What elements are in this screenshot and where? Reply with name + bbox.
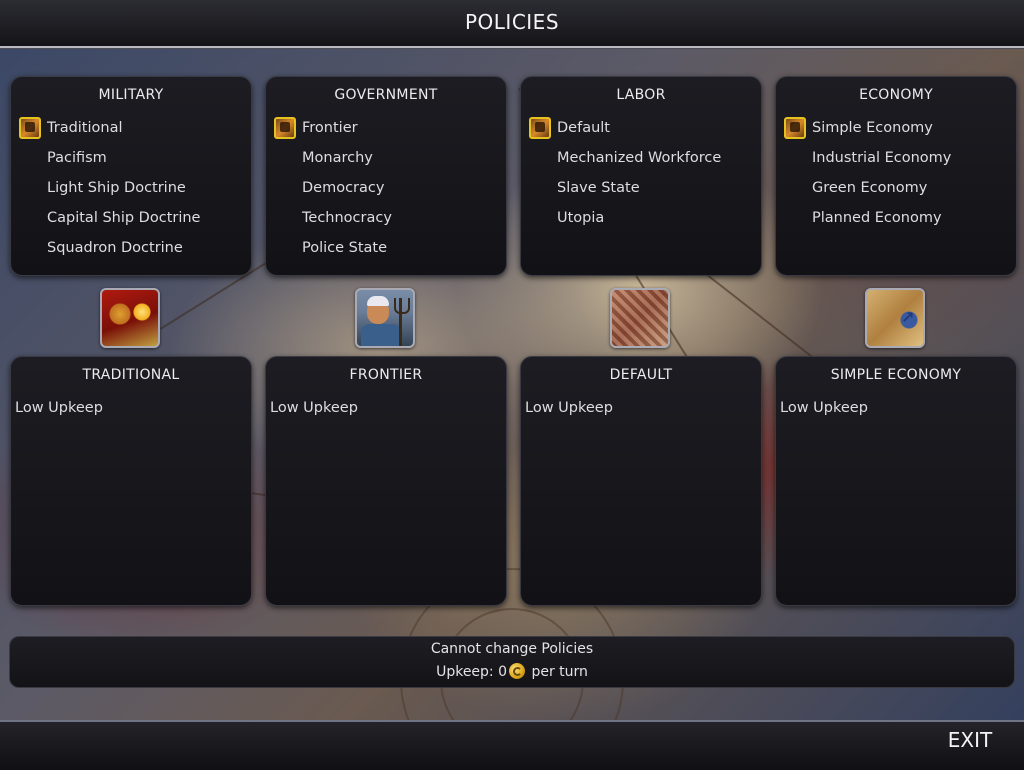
economy-title: ECONOMY [859,87,933,103]
economy-panel: ECONOMY Simple Economy Industrial Econom… [775,76,1017,276]
option-label: Light Ship Doctrine [47,180,186,196]
detail-text: Low Upkeep [15,400,103,416]
option-light-ship-doctrine[interactable]: Light Ship Doctrine [17,175,245,201]
option-slave-state[interactable]: Slave State [527,175,755,201]
military-title: MILITARY [98,87,164,103]
detail-text: Low Upkeep [525,400,613,416]
bricks-icon [610,288,670,348]
option-green-economy[interactable]: Green Economy [782,175,1010,201]
upkeep-suffix: per turn [531,664,588,680]
option-label: Green Economy [812,180,928,196]
option-label: Monarchy [302,150,373,166]
option-label: Pacifism [47,150,107,166]
status-panel: Cannot change Policies Upkeep: 0 per tur… [9,636,1015,688]
detail-text: Low Upkeep [270,400,358,416]
detail-title: TRADITIONAL [82,367,180,383]
option-traditional[interactable]: Traditional [17,115,245,141]
selected-policy-icon [529,117,551,139]
option-monarchy[interactable]: Monarchy [272,145,500,171]
option-label: Simple Economy [812,120,933,136]
credit-coin-icon [509,663,526,679]
labor-panel: LABOR Default Mechanized Workforce Slave… [520,76,762,276]
option-label: Planned Economy [812,210,942,226]
detail-title: DEFAULT [609,367,673,383]
status-message: Cannot change Policies [430,641,594,657]
labor-detail-panel: DEFAULT Low Upkeep [520,356,762,606]
option-default[interactable]: Default [527,115,755,141]
government-panel: GOVERNMENT Frontier Monarchy Democracy T… [265,76,507,276]
selected-policy-icon [274,117,296,139]
detail-text: Low Upkeep [780,400,868,416]
detail-title: FRONTIER [349,367,423,383]
option-label: Police State [302,240,388,256]
option-label: Frontier [302,120,358,136]
government-detail-panel: FRONTIER Low Upkeep [265,356,507,606]
option-mechanized-workforce[interactable]: Mechanized Workforce [527,145,755,171]
option-label: Default [557,120,610,136]
upkeep-line: Upkeep: 0 per turn [10,663,1014,680]
exit-button[interactable]: EXIT [940,728,1000,754]
option-label: Democracy [302,180,385,196]
option-utopia[interactable]: Utopia [527,205,755,231]
page-title: POLICIES [464,10,560,34]
option-label: Capital Ship Doctrine [47,210,201,226]
option-label: Technocracy [302,210,392,226]
selected-policy-icon [784,117,806,139]
option-frontier[interactable]: Frontier [272,115,500,141]
option-label: Traditional [47,120,123,136]
economy-detail-panel: SIMPLE ECONOMY Low Upkeep [775,356,1017,606]
option-label: Utopia [557,210,605,226]
government-title: GOVERNMENT [334,87,438,103]
selected-policy-icon [19,117,41,139]
option-democracy[interactable]: Democracy [272,175,500,201]
military-panel: MILITARY Traditional Pacifism Light Ship… [10,76,252,276]
option-simple-economy[interactable]: Simple Economy [782,115,1010,141]
option-label: Slave State [557,180,640,196]
option-planned-economy[interactable]: Planned Economy [782,205,1010,231]
military-detail-panel: TRADITIONAL Low Upkeep [10,356,252,606]
option-label: Mechanized Workforce [557,150,722,166]
bottom-bar [0,720,1024,770]
option-squadron-doctrine[interactable]: Squadron Doctrine [17,235,245,261]
option-technocracy[interactable]: Technocracy [272,205,500,231]
upkeep-prefix: Upkeep: 0 [436,664,508,680]
option-label: Industrial Economy [812,150,952,166]
option-label: Squadron Doctrine [47,240,183,256]
option-pacifism[interactable]: Pacifism [17,145,245,171]
detail-title: SIMPLE ECONOMY [830,367,962,383]
labor-title: LABOR [616,87,666,103]
option-industrial-economy[interactable]: Industrial Economy [782,145,1010,171]
pitchfork-farmer-icon [355,288,415,348]
horn-icon [100,288,160,348]
map-scroll-icon: ↗ [865,288,925,348]
option-police-state[interactable]: Police State [272,235,500,261]
option-capital-ship-doctrine[interactable]: Capital Ship Doctrine [17,205,245,231]
